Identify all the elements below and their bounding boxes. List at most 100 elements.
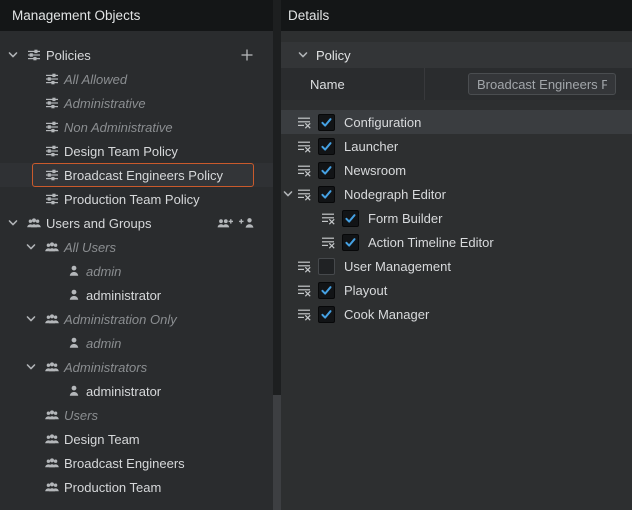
add-group-button[interactable]: [216, 215, 234, 231]
check-icon: [344, 236, 357, 249]
tree-item-label: Broadcast Engineers: [64, 456, 185, 471]
tree-item-label: Production Team: [64, 480, 161, 495]
policy-name-input[interactable]: [468, 73, 616, 95]
tree-item-users-and-groups[interactable]: Users and Groups: [0, 211, 273, 235]
tree-item-non-administrative[interactable]: Non Administrative: [0, 115, 273, 139]
tree-item-admin[interactable]: admin: [0, 331, 273, 355]
tree-item-broadcast-engineers-policy[interactable]: Broadcast Engineers Policy: [0, 163, 273, 187]
check-icon: [320, 284, 333, 297]
permission-user-management[interactable]: User Management: [281, 254, 632, 278]
policy-icon: [26, 47, 42, 63]
policy-manager-window: Management Objects Policies All Allowed …: [0, 0, 632, 510]
checkbox-checked[interactable]: [318, 282, 335, 299]
user-icon: [66, 383, 82, 399]
policy-icon: [44, 71, 60, 87]
management-objects-header: Management Objects: [0, 0, 273, 31]
permission-form-builder[interactable]: Form Builder: [281, 206, 632, 230]
add-user-button[interactable]: [238, 215, 256, 231]
chevron-down-icon[interactable]: [25, 241, 37, 253]
tree-item-users[interactable]: Users: [0, 403, 273, 427]
permission-label: User Management: [344, 259, 451, 274]
permission-label: Launcher: [344, 139, 398, 154]
chevron-down-icon[interactable]: [297, 49, 309, 61]
group-icon: [44, 311, 60, 327]
tree-item-label: All Allowed: [64, 72, 127, 87]
checkbox-checked[interactable]: [318, 114, 335, 131]
policy-icon: [44, 119, 60, 135]
permission-newsroom[interactable]: Newsroom: [281, 158, 632, 182]
user-icon: [66, 263, 82, 279]
tree-item-label: Administrative: [64, 96, 146, 111]
tree-item-admin[interactable]: admin: [0, 259, 273, 283]
tree-item-label: All Users: [64, 240, 116, 255]
group-icon: [44, 359, 60, 375]
policy-section-label: Policy: [316, 48, 351, 63]
tree-item-administrator[interactable]: administrator: [0, 283, 273, 307]
permission-configuration[interactable]: Configuration: [281, 110, 632, 134]
policy-icon: [44, 95, 60, 111]
rule-icon: [296, 282, 313, 299]
details-title: Details: [288, 8, 329, 23]
management-objects-panel: Management Objects Policies All Allowed …: [0, 0, 273, 510]
chevron-down-icon[interactable]: [7, 49, 19, 61]
name-field-row: Name: [281, 68, 632, 100]
tree-item-production-team[interactable]: Production Team: [0, 475, 273, 499]
tree-item-label: Broadcast Engineers Policy: [64, 168, 223, 183]
chevron-down-icon[interactable]: [7, 217, 19, 229]
details-header: Details: [281, 0, 632, 31]
permission-cook-manager[interactable]: Cook Manager: [281, 302, 632, 326]
tree-item-administrators[interactable]: Administrators: [0, 355, 273, 379]
tree-item-label: Design Team Policy: [64, 144, 178, 159]
permission-label: Form Builder: [368, 211, 442, 226]
tree-item-all-allowed[interactable]: All Allowed: [0, 67, 273, 91]
details-panel: Details Policy Name Configuration Launch…: [281, 0, 632, 510]
permission-label: Newsroom: [344, 163, 406, 178]
check-icon: [320, 308, 333, 321]
rule-icon: [296, 186, 313, 203]
name-label: Name: [281, 77, 345, 92]
checkbox-checked[interactable]: [318, 162, 335, 179]
checkbox-checked[interactable]: [318, 138, 335, 155]
checkbox-checked[interactable]: [342, 210, 359, 227]
tree-item-label: admin: [86, 264, 121, 279]
rule-icon: [320, 210, 337, 227]
permission-launcher[interactable]: Launcher: [281, 134, 632, 158]
tree-item-label: Users and Groups: [46, 216, 152, 231]
check-icon: [344, 212, 357, 225]
tree-item-label: administrator: [86, 384, 161, 399]
checkbox-checked[interactable]: [342, 234, 359, 251]
checkbox-checked[interactable]: [318, 186, 335, 203]
policy-icon: [44, 167, 60, 183]
column-divider: [424, 68, 425, 100]
tree-item-label: admin: [86, 336, 121, 351]
chevron-down-icon[interactable]: [282, 188, 294, 200]
tree-item-design-team-policy[interactable]: Design Team Policy: [0, 139, 273, 163]
checkbox-unchecked[interactable]: [318, 258, 335, 275]
tree-item-all-users[interactable]: All Users: [0, 235, 273, 259]
permission-playout[interactable]: Playout: [281, 278, 632, 302]
tree-item-design-team[interactable]: Design Team: [0, 427, 273, 451]
permission-label: Nodegraph Editor: [344, 187, 446, 202]
rule-icon: [296, 258, 313, 275]
rule-icon: [296, 162, 313, 179]
tree-item-label: Design Team: [64, 432, 140, 447]
group-icon: [44, 479, 60, 495]
scrollbar-thumb[interactable]: [273, 395, 281, 510]
checkbox-checked[interactable]: [318, 306, 335, 323]
permission-action-timeline-editor[interactable]: Action Timeline Editor: [281, 230, 632, 254]
rule-icon: [296, 138, 313, 155]
tree-item-production-team-policy[interactable]: Production Team Policy: [0, 187, 273, 211]
tree-item-broadcast-engineers[interactable]: Broadcast Engineers: [0, 451, 273, 475]
add-policy-button[interactable]: [239, 47, 255, 63]
chevron-down-icon[interactable]: [25, 361, 37, 373]
permission-label: Action Timeline Editor: [368, 235, 494, 250]
panel-splitter[interactable]: [273, 0, 281, 510]
tree-item-administration-only[interactable]: Administration Only: [0, 307, 273, 331]
tree-item-administrative[interactable]: Administrative: [0, 91, 273, 115]
permissions-list: Configuration Launcher Newsroom Nodegrap…: [281, 110, 632, 326]
chevron-down-icon[interactable]: [25, 313, 37, 325]
permission-nodegraph-editor[interactable]: Nodegraph Editor: [281, 182, 632, 206]
policy-section-header[interactable]: Policy: [281, 42, 632, 68]
tree-item-policies[interactable]: Policies: [0, 43, 273, 67]
tree-item-administrator[interactable]: administrator: [0, 379, 273, 403]
